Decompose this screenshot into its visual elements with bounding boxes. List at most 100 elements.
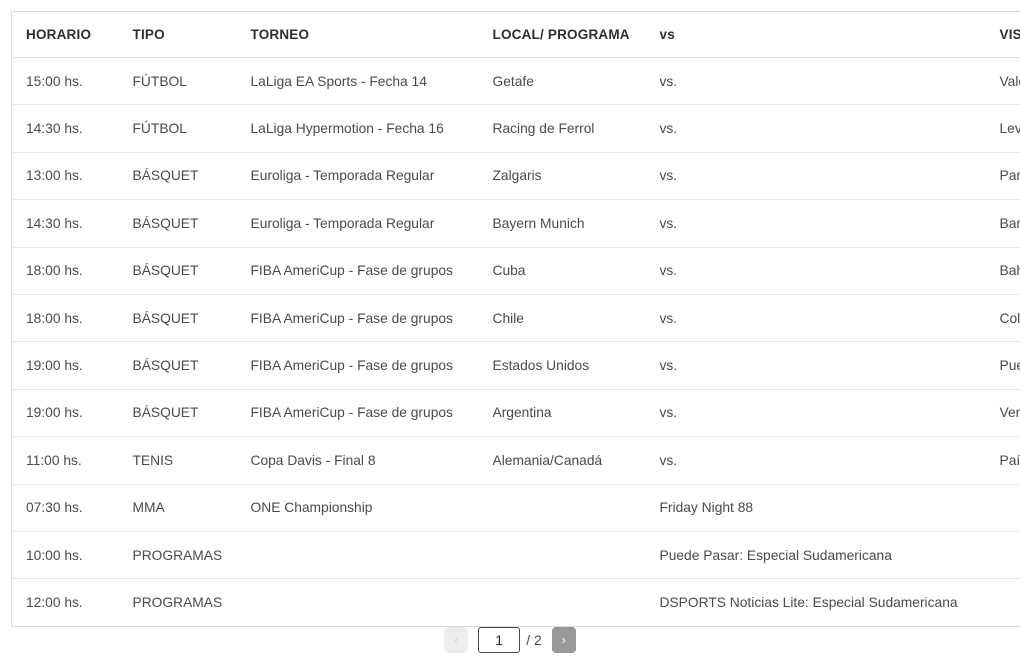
cell-horario: 07:30 hs. <box>11 484 119 532</box>
cell-torneo: FIBA AmeriCup - Fase de grupos <box>236 247 479 295</box>
cell-local: Argentina <box>478 389 646 438</box>
cell-local: Zalgaris <box>478 152 646 201</box>
schedule-page: HORARIO TIPO TORNEO LOCAL/ PROGRAMA vs V… <box>0 0 1020 671</box>
cell-visitante: Partizan <box>985 152 1020 201</box>
cell-horario: 13:00 hs. <box>11 152 119 201</box>
cell-tipo: BÁSQUET <box>118 389 237 438</box>
previous-page-button[interactable]: ‹ <box>444 627 469 653</box>
table-row[interactable]: 13:00 hs. BÁSQUET Euroliga - Temporada Reg… <box>11 152 1020 201</box>
column-header-torneo[interactable]: TORNEO <box>236 11 479 58</box>
table-row[interactable]: 19:00 hs. BÁSQUET FIBA AmeriCup - Fase de … <box>11 341 1020 390</box>
column-header-visitante[interactable]: VISITANTE <box>985 11 1020 58</box>
table-row[interactable]: 07:30 hs. MMA ONE Championship Friday Night… <box>11 484 1020 532</box>
cell-torneo: FIBA AmeriCup - Fase de grupos <box>236 389 479 438</box>
cell-horario: 14:30 hs. <box>11 199 119 248</box>
cell-local: Chile <box>478 294 646 343</box>
cell-horario: 11:00 hs. <box>11 436 119 485</box>
cell-vs: vs. <box>645 199 986 248</box>
cell-vs: vs. <box>645 436 986 485</box>
table-body: 15:00 hs. FÚTBOL LaLiga EA Sports - Fecha … <box>11 57 1020 627</box>
cell-tipo: TENIS <box>118 436 237 485</box>
cell-tipo: PROGRAMAS <box>118 531 237 580</box>
cell-torneo: Euroliga - Temporada Regular <box>236 199 479 248</box>
cell-torneo: LaLiga EA Sports - Fecha 14 <box>236 57 479 106</box>
next-page-button[interactable]: › <box>551 627 576 653</box>
cell-vs: vs. <box>645 247 986 295</box>
table-row[interactable]: 15:00 hs. FÚTBOL LaLiga EA Sports - Fecha … <box>11 57 1020 106</box>
cell-local: Getafe <box>478 57 646 106</box>
cell-horario: 15:00 hs. <box>11 57 119 106</box>
cell-torneo: Euroliga - Temporada Regular <box>236 152 479 201</box>
cell-visitante: Colombia <box>985 294 1020 343</box>
page-number-input[interactable] <box>478 627 521 653</box>
cell-vs: vs. <box>645 341 986 390</box>
cell-local: Estados Unidos <box>478 341 646 390</box>
cell-horario: 18:00 hs. <box>11 247 119 295</box>
cell-horario: 10:00 hs. <box>11 531 119 580</box>
cell-torneo <box>237 579 479 626</box>
cell-visitante: Venezuela <box>985 389 1020 438</box>
cell-torneo: ONE Championship <box>236 484 479 532</box>
cell-visitante: Barcelona <box>985 199 1020 248</box>
cell-local <box>479 579 646 626</box>
cell-visitante: Puerto Rico <box>985 341 1020 390</box>
cell-torneo <box>236 531 479 580</box>
cell-horario: 19:00 hs. <box>11 341 119 390</box>
cell-tipo: BÁSQUET <box>118 247 237 295</box>
schedule-table: HORARIO TIPO TORNEO LOCAL/ PROGRAMA vs V… <box>11 11 1020 627</box>
cell-vs: vs. <box>645 57 986 106</box>
cell-vs: Friday Night 88 <box>645 484 986 532</box>
cell-vs: vs. <box>645 152 986 201</box>
column-header-vs[interactable]: vs <box>645 11 986 58</box>
cell-local <box>478 531 646 580</box>
cell-local <box>478 484 646 532</box>
cell-torneo: FIBA AmeriCup - Fase de grupos <box>236 341 479 390</box>
cell-local: Cuba <box>478 247 646 295</box>
table-row[interactable]: 11:00 hs. TENIS Copa Davis - Final 8 Aleman… <box>11 436 1020 485</box>
total-pages-label: / 2 <box>526 632 542 648</box>
cell-visitante: Levante <box>985 104 1020 153</box>
cell-torneo: FIBA AmeriCup - Fase de grupos <box>236 294 479 343</box>
cell-visitante <box>985 484 1020 532</box>
column-header-horario[interactable]: HORARIO <box>11 11 119 58</box>
cell-horario: 12:00 hs. <box>26 594 83 610</box>
column-header-local-programa[interactable]: LOCAL/ PROGRAMA <box>478 11 646 58</box>
cell-tipo: PROGRAMAS <box>132 594 223 610</box>
table-row[interactable]: 18:00 hs. BÁSQUET FIBA AmeriCup - Fase de … <box>11 247 1020 295</box>
schedule-table-scroll-area: HORARIO TIPO TORNEO LOCAL/ PROGRAMA vs V… <box>11 11 1020 627</box>
table-row[interactable]: 18:00 hs. BÁSQUET FIBA AmeriCup - Fase de … <box>11 294 1020 343</box>
cell-torneo: Copa Davis - Final 8 <box>236 436 479 485</box>
cell-horario: 14:30 hs. <box>11 104 119 153</box>
cell-tipo: BÁSQUET <box>118 152 237 201</box>
table-header-row: HORARIO TIPO TORNEO LOCAL/ PROGRAMA vs V… <box>11 11 1020 58</box>
cell-tipo: FÚTBOL <box>118 57 237 106</box>
cell-vs: vs. <box>645 389 986 438</box>
cell-local: Bayern Munich <box>478 199 646 248</box>
cell-visitante: Valencia <box>985 57 1020 106</box>
table-row[interactable]: 10:00 hs. PROGRAMAS Puede Pasar: Especial … <box>11 531 1020 580</box>
cell-tipo: BÁSQUET <box>118 199 237 248</box>
table-header: HORARIO TIPO TORNEO LOCAL/ PROGRAMA vs V… <box>11 11 1020 58</box>
cell-visitante <box>985 531 1020 580</box>
table-row[interactable]: 12:00 hs. PROGRAMAS DSPORTS Noticias Lite:… <box>12 579 1020 626</box>
cell-visitante: Bahamas <box>985 247 1020 295</box>
column-header-tipo[interactable]: TIPO <box>118 11 237 58</box>
cell-horario: 18:00 hs. <box>11 294 119 343</box>
cell-local: Racing de Ferrol <box>478 104 646 153</box>
cell-visitante <box>986 579 1020 626</box>
cell-vs: DSPORTS Noticias Lite: Especial Sudameri… <box>659 594 958 610</box>
cell-vs: Puede Pasar: Especial Sudamericana <box>645 531 986 580</box>
cell-torneo: LaLiga Hypermotion - Fecha 16 <box>236 104 479 153</box>
cell-tipo: FÚTBOL <box>118 104 237 153</box>
cell-local: Alemania/Canadá <box>478 436 646 485</box>
cell-vs: vs. <box>645 104 986 153</box>
cell-visitante: País <box>985 436 1020 485</box>
table-row[interactable]: 14:30 hs. BÁSQUET Euroliga - Temporada Reg… <box>11 199 1020 248</box>
cell-vs: vs. <box>645 294 986 343</box>
cell-tipo: BÁSQUET <box>118 341 237 390</box>
pagination: ‹ / 2 › <box>0 624 1020 656</box>
table-row[interactable]: 14:30 hs. FÚTBOL LaLiga Hypermotion - Fech… <box>11 104 1020 153</box>
cell-horario: 19:00 hs. <box>11 389 119 438</box>
cell-tipo: BÁSQUET <box>118 294 237 343</box>
table-row[interactable]: 19:00 hs. BÁSQUET FIBA AmeriCup - Fase de … <box>11 389 1020 438</box>
